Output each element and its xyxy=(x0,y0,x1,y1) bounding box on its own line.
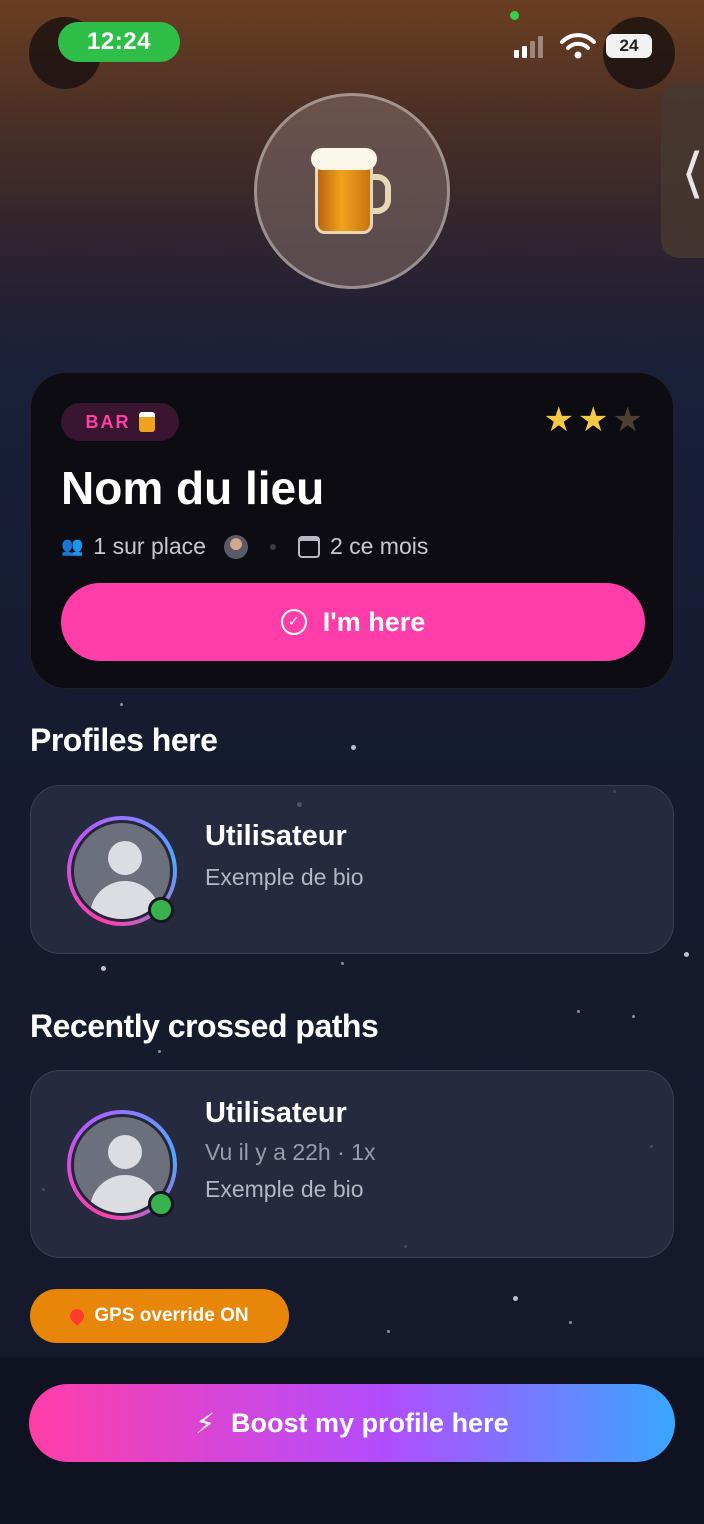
avatar[interactable] xyxy=(223,534,248,559)
seen-info: Vu il y a 22h · 1x xyxy=(205,1139,376,1165)
section-title-profiles-here: Profiles here xyxy=(30,722,218,758)
category-badge: BAR xyxy=(61,403,179,441)
chevron-left-icon: ❬ xyxy=(679,143,704,199)
profile-name: Utilisateur xyxy=(205,820,347,852)
crossed-profile-card[interactable]: Utilisateur Vu il y a 22h · 1x Exemple d… xyxy=(30,1070,674,1258)
category-label: BAR xyxy=(85,411,131,432)
location-pin-icon xyxy=(67,1306,88,1326)
star-icon: ★ xyxy=(578,400,609,440)
month-count: 2 ce mois xyxy=(329,533,429,559)
profile-bio: Exemple de bio xyxy=(205,864,364,890)
online-indicator xyxy=(148,1191,174,1217)
venue-name: Nom du lieu xyxy=(61,462,325,514)
boost-profile-button[interactable]: ⚡ Boost my profile here xyxy=(29,1384,675,1462)
beer-mug-icon xyxy=(138,412,155,432)
check-circle-icon: ✓ xyxy=(280,609,307,635)
profile-card[interactable]: Utilisateur Exemple de bio xyxy=(30,785,674,954)
status-time: 12:24 xyxy=(58,22,180,62)
battery-icon: 24 xyxy=(606,34,652,58)
wifi-icon xyxy=(560,33,596,59)
lightning-icon: ⚡ xyxy=(195,1406,216,1440)
side-drawer-tab[interactable]: ❬ xyxy=(661,84,704,258)
venue-stats: 👥 1 sur place 2 ce mois xyxy=(61,533,428,560)
present-count: 1 sur place xyxy=(93,533,206,559)
beer-mug-icon xyxy=(311,148,391,234)
gps-override-label: GPS override ON xyxy=(94,1305,249,1326)
section-title-crossed-paths: Recently crossed paths xyxy=(30,1008,379,1044)
star-icon: ★ xyxy=(543,400,575,440)
gps-override-badge[interactable]: GPS override ON xyxy=(30,1289,289,1343)
people-icon: 👥 xyxy=(61,536,84,557)
im-here-label: I'm here xyxy=(322,606,426,637)
venue-avatar xyxy=(254,93,450,289)
venue-card: BAR ★ ★ ★ Nom du lieu 👥 1 sur place 2 ce… xyxy=(30,372,674,689)
online-indicator xyxy=(148,897,174,923)
boost-label: Boost my profile here xyxy=(231,1407,509,1438)
star-icon: ★ xyxy=(612,400,643,440)
calendar-icon xyxy=(297,535,320,558)
signal-icon xyxy=(514,34,543,58)
privacy-indicator xyxy=(510,11,519,20)
separator-dot xyxy=(269,543,276,550)
profile-name: Utilisateur xyxy=(205,1097,347,1129)
profile-bio: Exemple de bio xyxy=(205,1176,364,1202)
rating-stars: ★ ★ ★ xyxy=(544,403,643,437)
im-here-button[interactable]: ✓ I'm here xyxy=(61,583,645,661)
